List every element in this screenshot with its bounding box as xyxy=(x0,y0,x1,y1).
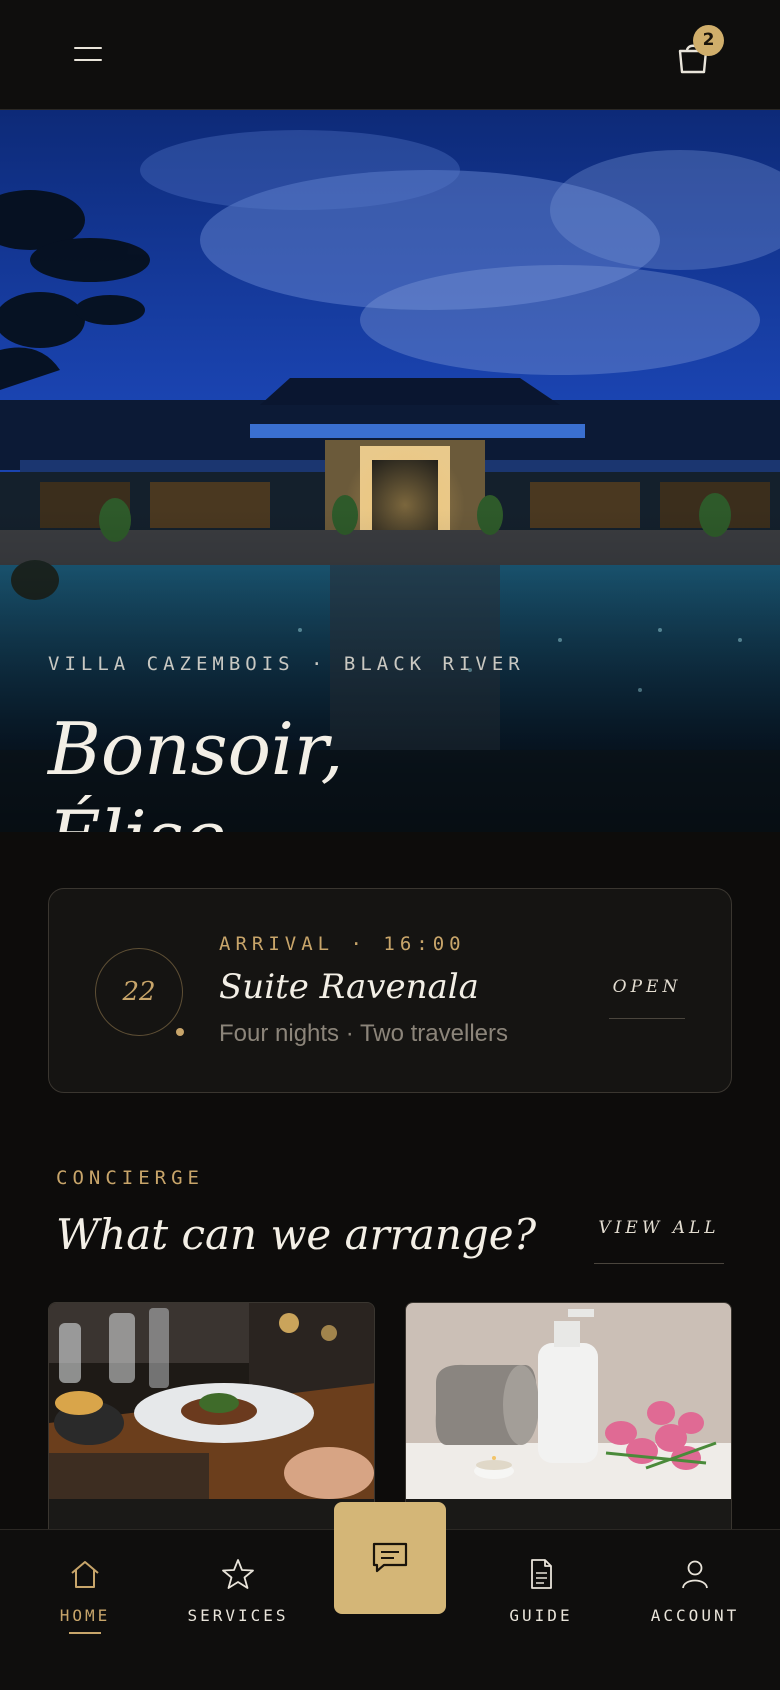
home-icon xyxy=(71,1561,99,1588)
nav-guide[interactable]: GUIDE xyxy=(496,1530,586,1690)
chat-button[interactable] xyxy=(334,1502,446,1614)
hero-location: VILLA CAZEMBOIS · BLACK RIVER xyxy=(48,653,525,675)
arrival-time: ARRIVAL · 16:00 xyxy=(219,933,466,955)
active-indicator xyxy=(69,1632,101,1634)
nav-account[interactable]: ACCOUNT xyxy=(640,1530,750,1690)
hamburger-menu-icon xyxy=(74,47,102,49)
stay-details: Four nights · Two travellers xyxy=(219,1020,508,1047)
view-all-link[interactable]: VIEW ALL xyxy=(594,1218,724,1264)
suite-name: Suite Ravenala xyxy=(219,967,479,1007)
cart-count-badge: 2 xyxy=(693,25,724,56)
nav-guide-label: GUIDE xyxy=(509,1606,573,1625)
nav-home-label: HOME xyxy=(59,1606,111,1625)
spa-image xyxy=(406,1303,731,1499)
menu-button[interactable] xyxy=(68,40,108,70)
nav-account-label: ACCOUNT xyxy=(650,1606,740,1625)
greeting-line-2: Élise. xyxy=(48,793,343,832)
status-dot xyxy=(176,1028,184,1036)
user-icon xyxy=(682,1560,708,1589)
spa-service-card[interactable] xyxy=(405,1302,732,1542)
hero-greeting: Bonsoir, Élise. xyxy=(48,705,343,832)
open-booking-link[interactable]: OPEN xyxy=(609,977,685,1019)
nav-services[interactable]: SERVICES xyxy=(178,1530,298,1690)
dining-image xyxy=(49,1303,374,1499)
arrival-card[interactable]: 22 ARRIVAL · 16:00 Suite Ravenala Four n… xyxy=(48,888,732,1093)
nav-services-label: SERVICES xyxy=(187,1606,289,1625)
arrival-day: 22 xyxy=(95,948,183,1036)
document-icon xyxy=(531,1559,552,1589)
dining-service-card[interactable] xyxy=(48,1302,375,1542)
chat-icon xyxy=(372,1542,408,1573)
star-icon xyxy=(222,1559,254,1589)
nav-home[interactable]: HOME xyxy=(40,1530,130,1690)
section-title: What can we arrange? xyxy=(56,1210,537,1259)
top-bar: 2 xyxy=(0,0,780,110)
section-eyebrow: CONCIERGE xyxy=(56,1167,204,1189)
hero-banner: VILLA CAZEMBOIS · BLACK RIVER Bonsoir, É… xyxy=(0,110,780,832)
greeting-line-1: Bonsoir, xyxy=(48,707,344,791)
